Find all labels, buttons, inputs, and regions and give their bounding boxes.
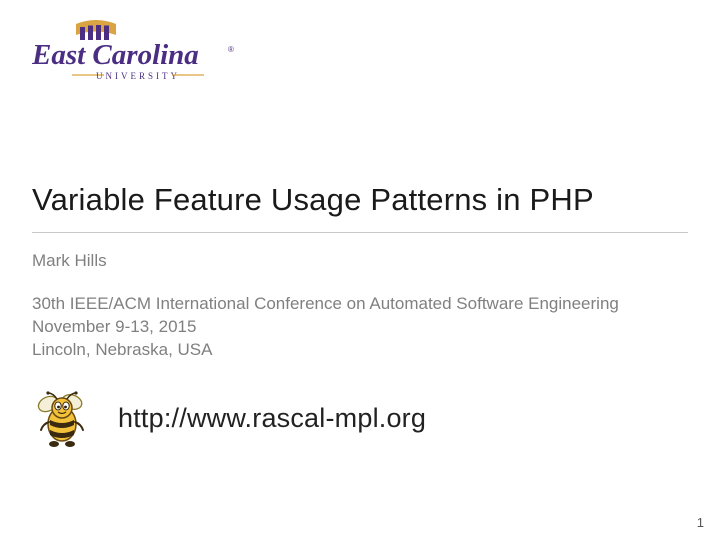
conference-name: 30th IEEE/ACM International Conference o… [32, 293, 688, 316]
author-name: Mark Hills [32, 251, 688, 271]
project-url: http://www.rascal-mpl.org [118, 403, 426, 434]
page-number: 1 [697, 515, 704, 530]
svg-text:East Carolina: East Carolina [32, 39, 199, 71]
conference-dates: November 9-13, 2015 [32, 316, 688, 339]
title-divider [32, 232, 688, 233]
svg-text:UNIVERSITY: UNIVERSITY [96, 71, 180, 81]
east-carolina-logo-icon: East Carolina ® UNIVERSITY [32, 18, 242, 86]
slide: East Carolina ® UNIVERSITY Variable Feat… [0, 0, 720, 540]
university-logo: East Carolina ® UNIVERSITY [32, 18, 242, 86]
conference-location: Lincoln, Nebraska, USA [32, 339, 688, 362]
svg-text:®: ® [228, 45, 234, 54]
footer-row: http://www.rascal-mpl.org [32, 388, 688, 450]
rascal-bee-icon [32, 388, 94, 450]
presentation-title: Variable Feature Usage Patterns in PHP [32, 182, 688, 218]
